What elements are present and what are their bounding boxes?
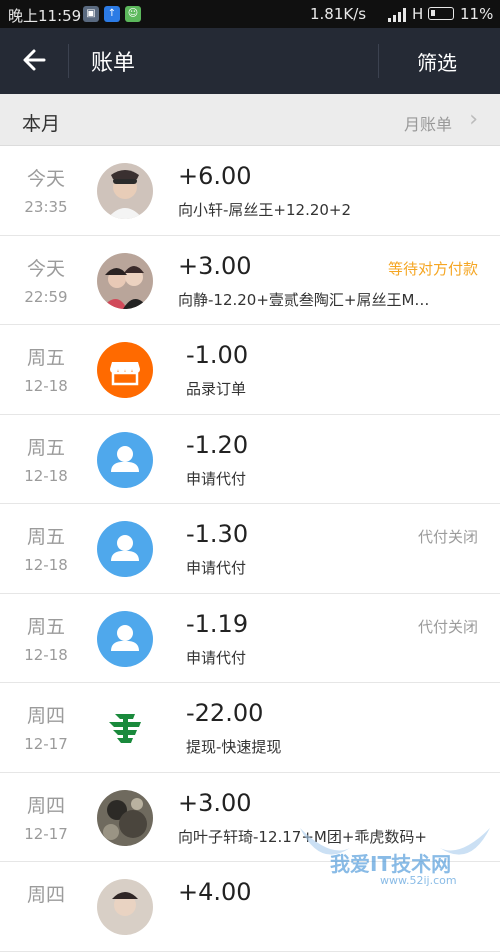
transaction-day: 周五 (26, 526, 65, 548)
transaction-description: 申请代付 (186, 469, 247, 488)
network-type: H (412, 5, 424, 23)
nav-bar: 账单 筛选 (0, 28, 500, 94)
transaction-amount: -1.20 (186, 430, 249, 459)
user-icon (97, 521, 153, 577)
month-header: 本月 月账单 › (0, 94, 500, 146)
transaction-description: 申请代付 (186, 559, 247, 577)
transaction-date: 12-17 (24, 735, 68, 753)
site-watermark: 我爱IT技术网 www.52ij.com (290, 818, 500, 889)
payment-status: 代付关闭 (417, 528, 478, 546)
transaction-day: 周五 (26, 436, 65, 459)
transaction-day: 周四 (26, 794, 65, 817)
transaction-date: 12-18 (24, 556, 68, 574)
chevron-right-icon[interactable]: › (469, 107, 478, 132)
transaction-date: 12-18 (24, 377, 68, 395)
transaction-description: 向静-12.20+壹贰叁陶汇+屌丝王M… (178, 290, 430, 309)
transaction-amount: +3.00 (178, 251, 252, 280)
monthly-bill-link[interactable]: 月账单 (404, 111, 452, 135)
transaction-day: 周五 (26, 347, 65, 369)
avatar (97, 252, 153, 309)
transaction-row[interactable]: 周五 12-18 -1.19 代付关闭 申请代付 (0, 594, 500, 683)
notification-app-icon: ▣ (83, 6, 99, 22)
transaction-row[interactable]: 周五 12-18 -1.30 代付关闭 申请代付 (0, 504, 500, 594)
transaction-amount: -1.00 (186, 341, 249, 369)
transaction-amount: +3.00 (178, 788, 252, 817)
transaction-row[interactable]: 今天 22:59 +3.00 等待对方付款 向静-12.20+壹贰叁陶汇+屌丝王… (0, 236, 500, 325)
transaction-amount: +4.00 (178, 878, 252, 906)
transaction-amount: -1.30 (186, 520, 249, 548)
transaction-day: 今天 (26, 257, 65, 280)
transaction-row[interactable]: 周五 12-18 -1.00 品录订单 (0, 325, 500, 415)
download-icon: ↑ (104, 6, 120, 22)
shop-icon (97, 342, 153, 398)
payment-status: 代付关闭 (417, 617, 478, 636)
status-bar: 晚上11:59 ▣ ↑ ☺ 1.81K/s H 11% (0, 0, 500, 28)
user-icon (97, 431, 153, 488)
back-arrow-icon[interactable] (18, 43, 52, 77)
page-title: 账单 (91, 51, 136, 76)
nav-divider (68, 44, 69, 78)
transaction-day: 今天 (26, 168, 65, 190)
transaction-amount: -22.00 (186, 699, 264, 727)
transaction-day: 周四 (26, 884, 65, 906)
transaction-date: 12-18 (24, 466, 68, 485)
transaction-description: 向小轩-屌丝王+12.20+2 (178, 201, 352, 219)
transaction-amount: -1.19 (186, 609, 249, 638)
signal-icon (388, 8, 406, 22)
clock: 晚上11:59 (8, 7, 82, 25)
transaction-row[interactable]: 周五 12-18 -1.20 申请代付 (0, 415, 500, 504)
transaction-time: 23:35 (24, 198, 68, 216)
transaction-row[interactable]: 今天 23:35 +6.00 向小轩-屌丝王+12.20+2 (0, 146, 500, 236)
transaction-date: 12-17 (24, 824, 68, 843)
postal-icon (97, 700, 153, 756)
avatar (97, 163, 153, 219)
month-label: 本月 (22, 113, 61, 135)
transaction-day: 周五 (26, 615, 65, 638)
transaction-date: 12-18 (24, 645, 68, 664)
nav-divider (378, 44, 379, 78)
android-icon: ☺ (125, 6, 141, 22)
avatar (97, 879, 153, 935)
transaction-description: 申请代付 (186, 648, 247, 667)
transaction-day: 周四 (26, 705, 65, 727)
filter-button[interactable]: 筛选 (417, 47, 457, 76)
payment-status: 等待对方付款 (387, 259, 478, 278)
watermark-text: 我爱IT技术网 (330, 852, 452, 876)
transaction-time: 22:59 (24, 287, 68, 306)
user-icon (97, 610, 153, 667)
network-speed: 1.81K/s (310, 5, 367, 23)
watermark-url: www.52ij.com (380, 874, 457, 887)
transaction-description: 品录订单 (186, 380, 247, 398)
battery-percent: 11% (460, 5, 494, 23)
battery-icon (428, 7, 454, 20)
transaction-row[interactable]: 周四 12-17 -22.00 提现-快速提现 (0, 683, 500, 773)
transaction-amount: +6.00 (178, 162, 252, 190)
avatar (97, 789, 153, 846)
transaction-description: 提现-快速提现 (186, 738, 282, 756)
